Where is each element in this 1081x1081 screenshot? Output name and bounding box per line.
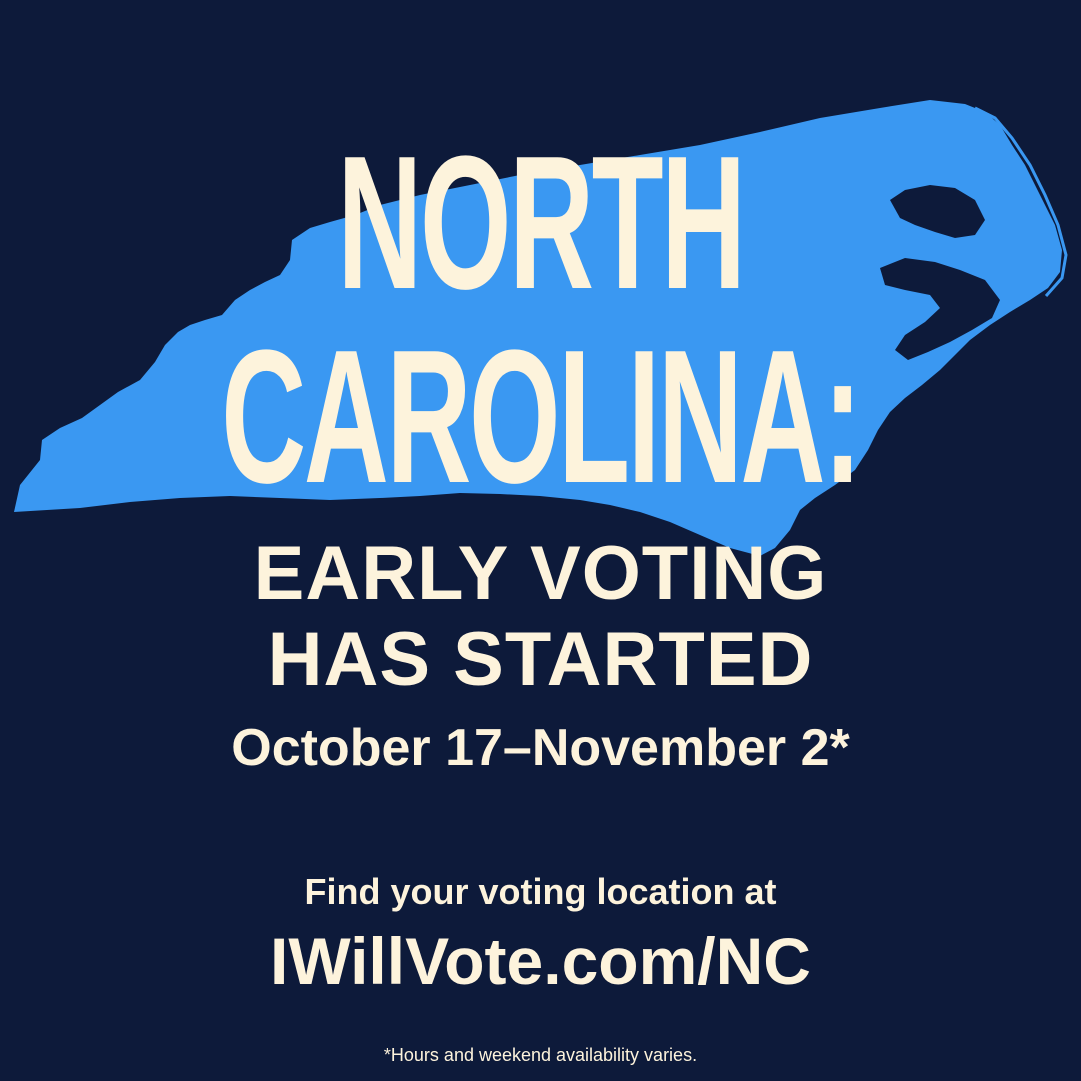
- subhead-early-voting: EARLY VOTING: [253, 531, 828, 616]
- voting-poster: NORTH CAROLINA: EARLY VOTING HAS STARTED…: [0, 0, 1081, 1081]
- footnote: *Hours and weekend availability varies.: [383, 1045, 698, 1065]
- headline-carolina: CAROLINA:: [221, 311, 862, 523]
- find-location-text: Find your voting location at: [304, 871, 777, 912]
- voting-url-link[interactable]: IWillVote.com/NC: [0, 925, 1081, 997]
- headline-north: NORTH: [337, 117, 746, 329]
- subhead-has-started: HAS STARTED: [267, 617, 814, 702]
- voting-dates: October 17–November 2*: [231, 719, 850, 777]
